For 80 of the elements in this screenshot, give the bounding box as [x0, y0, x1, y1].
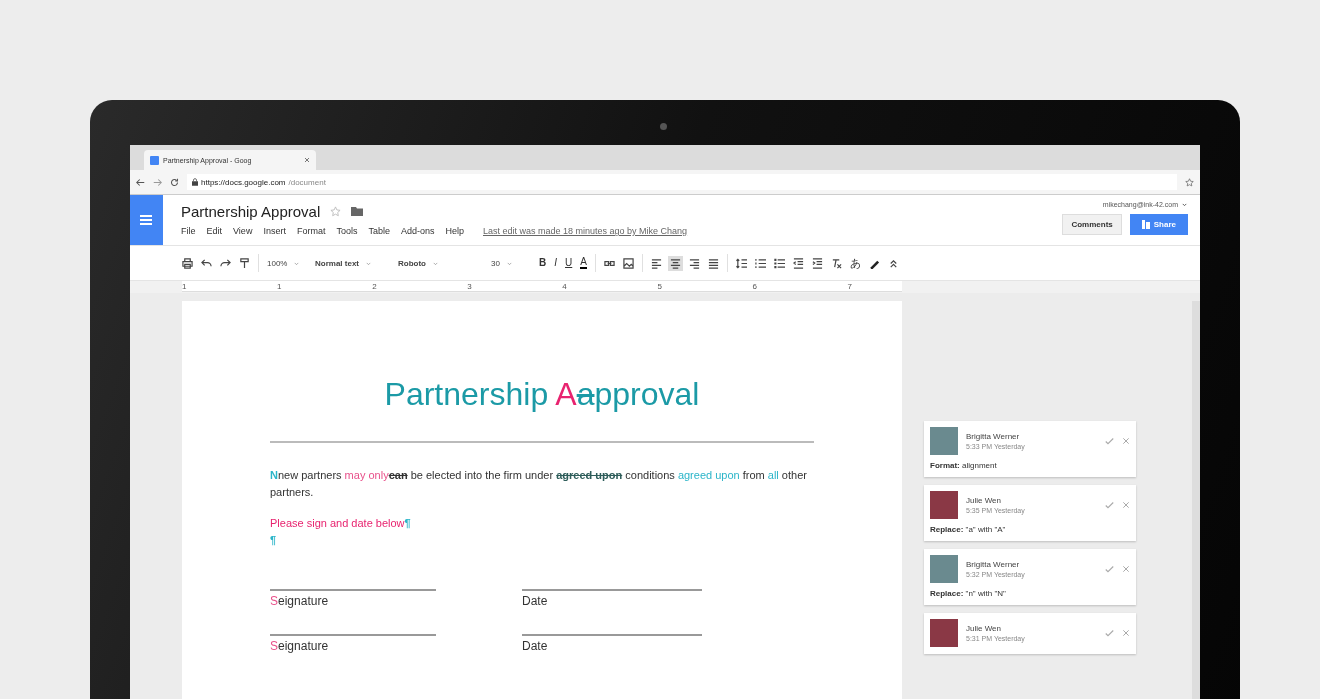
- paragraph: ¶: [270, 533, 278, 548]
- close-icon[interactable]: [304, 157, 310, 163]
- avatar-placeholder: [930, 427, 958, 455]
- share-button[interactable]: Share: [1129, 214, 1188, 235]
- caret-icon[interactable]: [1181, 201, 1188, 208]
- address-field[interactable]: https://docs.google.com /document: [187, 174, 1177, 190]
- commenter-name: Brigitta Werner: [966, 560, 1021, 569]
- collapse-icon[interactable]: [887, 257, 899, 269]
- font-size-dropdown[interactable]: 30: [491, 258, 531, 268]
- commenter-name: Julie Wen: [966, 496, 1002, 505]
- menu-item[interactable]: Table: [368, 226, 390, 236]
- camera-icon: [660, 123, 667, 130]
- align-left-icon[interactable]: [650, 257, 662, 269]
- document-heading: Partnership Aapproval: [383, 376, 701, 413]
- paint-format-icon[interactable]: [239, 257, 250, 269]
- style-dropdown[interactable]: Normal text: [315, 258, 390, 268]
- comments-button[interactable]: Comments: [1062, 214, 1122, 235]
- font-dropdown[interactable]: Roboto: [398, 258, 483, 268]
- commenter-name: Brigitta Werner: [966, 432, 1021, 441]
- align-right-icon[interactable]: [688, 257, 700, 269]
- ruler-number: 3: [467, 281, 472, 291]
- justify-icon[interactable]: [707, 257, 719, 269]
- docs-icon: [150, 155, 159, 165]
- ruler-number: 1: [182, 281, 187, 291]
- bulleted-list-icon[interactable]: [773, 257, 785, 269]
- menu-item[interactable]: View: [233, 226, 253, 236]
- suggestion-text: Format: alignment: [930, 461, 998, 470]
- print-icon[interactable]: [182, 257, 193, 269]
- ruler-number: 6: [752, 281, 757, 291]
- image-icon[interactable]: [622, 257, 634, 269]
- star-icon[interactable]: [330, 206, 342, 217]
- italic-button[interactable]: I: [554, 258, 557, 268]
- ruler-number: 1: [277, 281, 282, 291]
- avatar-placeholder: [930, 619, 958, 647]
- ruler-number: 5: [657, 281, 662, 291]
- redo-icon[interactable]: [220, 257, 231, 269]
- menu-item[interactable]: Format: [296, 226, 326, 236]
- signature-label: Seignature: [270, 639, 330, 653]
- undo-icon[interactable]: [201, 257, 212, 269]
- share-icon: [1141, 220, 1150, 229]
- signature-label: Date: [522, 639, 549, 653]
- avatar-placeholder: [930, 491, 958, 519]
- ruler-number: 7: [847, 281, 852, 291]
- folder-icon[interactable]: [351, 207, 364, 216]
- menu-item[interactable]: Tools: [336, 226, 358, 236]
- avatar-placeholder: [930, 555, 958, 583]
- scrollbar[interactable]: [1192, 301, 1200, 699]
- menu-item[interactable]: Add-ons: [400, 226, 435, 236]
- star-icon[interactable]: [1185, 177, 1194, 187]
- decrease-indent-icon[interactable]: [792, 257, 804, 269]
- suggestion-text: Replace: "a" with "A": [930, 525, 1007, 534]
- last-edit-link[interactable]: Last edit was made 18 minutes ago by Mike Chang: [483, 226, 688, 236]
- paragraph: Nnew partners may onlycan be elected into the firm under agreed upon conditions agreed upon from all other partners.: [270, 468, 808, 500]
- signature-label: Date: [522, 594, 549, 608]
- signature-label: Seignature: [270, 594, 330, 608]
- lock-icon: [192, 178, 198, 186]
- ruler-number: 2: [372, 281, 377, 291]
- forward-icon[interactable]: [153, 177, 162, 187]
- menu-item[interactable]: Edit: [206, 226, 223, 236]
- menu-item[interactable]: Help: [445, 226, 464, 236]
- increase-indent-icon[interactable]: [811, 257, 823, 269]
- bold-button[interactable]: B: [539, 258, 547, 268]
- back-icon[interactable]: [136, 177, 145, 187]
- docs-logo-icon[interactable]: [130, 195, 163, 245]
- numbered-list-icon[interactable]: [754, 257, 766, 269]
- menu-item[interactable]: Insert: [263, 226, 286, 236]
- clear-formatting-icon[interactable]: [830, 257, 842, 269]
- suggestion-text: Replace: "n" with "N": [930, 589, 1007, 598]
- color-button[interactable]: A: [580, 257, 587, 269]
- ruler-number: 4: [562, 281, 567, 291]
- menu-item[interactable]: File: [181, 226, 196, 236]
- align-center-icon[interactable]: [669, 257, 681, 269]
- commenter-name: Julie Wen: [966, 624, 1002, 633]
- underline-button[interactable]: U: [565, 258, 573, 268]
- input-tools-button[interactable]: あ: [849, 257, 861, 269]
- document-title[interactable]: Partnership Approval: [181, 203, 321, 220]
- line-spacing-icon[interactable]: [735, 257, 747, 269]
- reload-icon[interactable]: [170, 177, 179, 187]
- zoom-dropdown[interactable]: 100%: [267, 258, 307, 268]
- paragraph: Please sign and date below¶: [270, 516, 412, 531]
